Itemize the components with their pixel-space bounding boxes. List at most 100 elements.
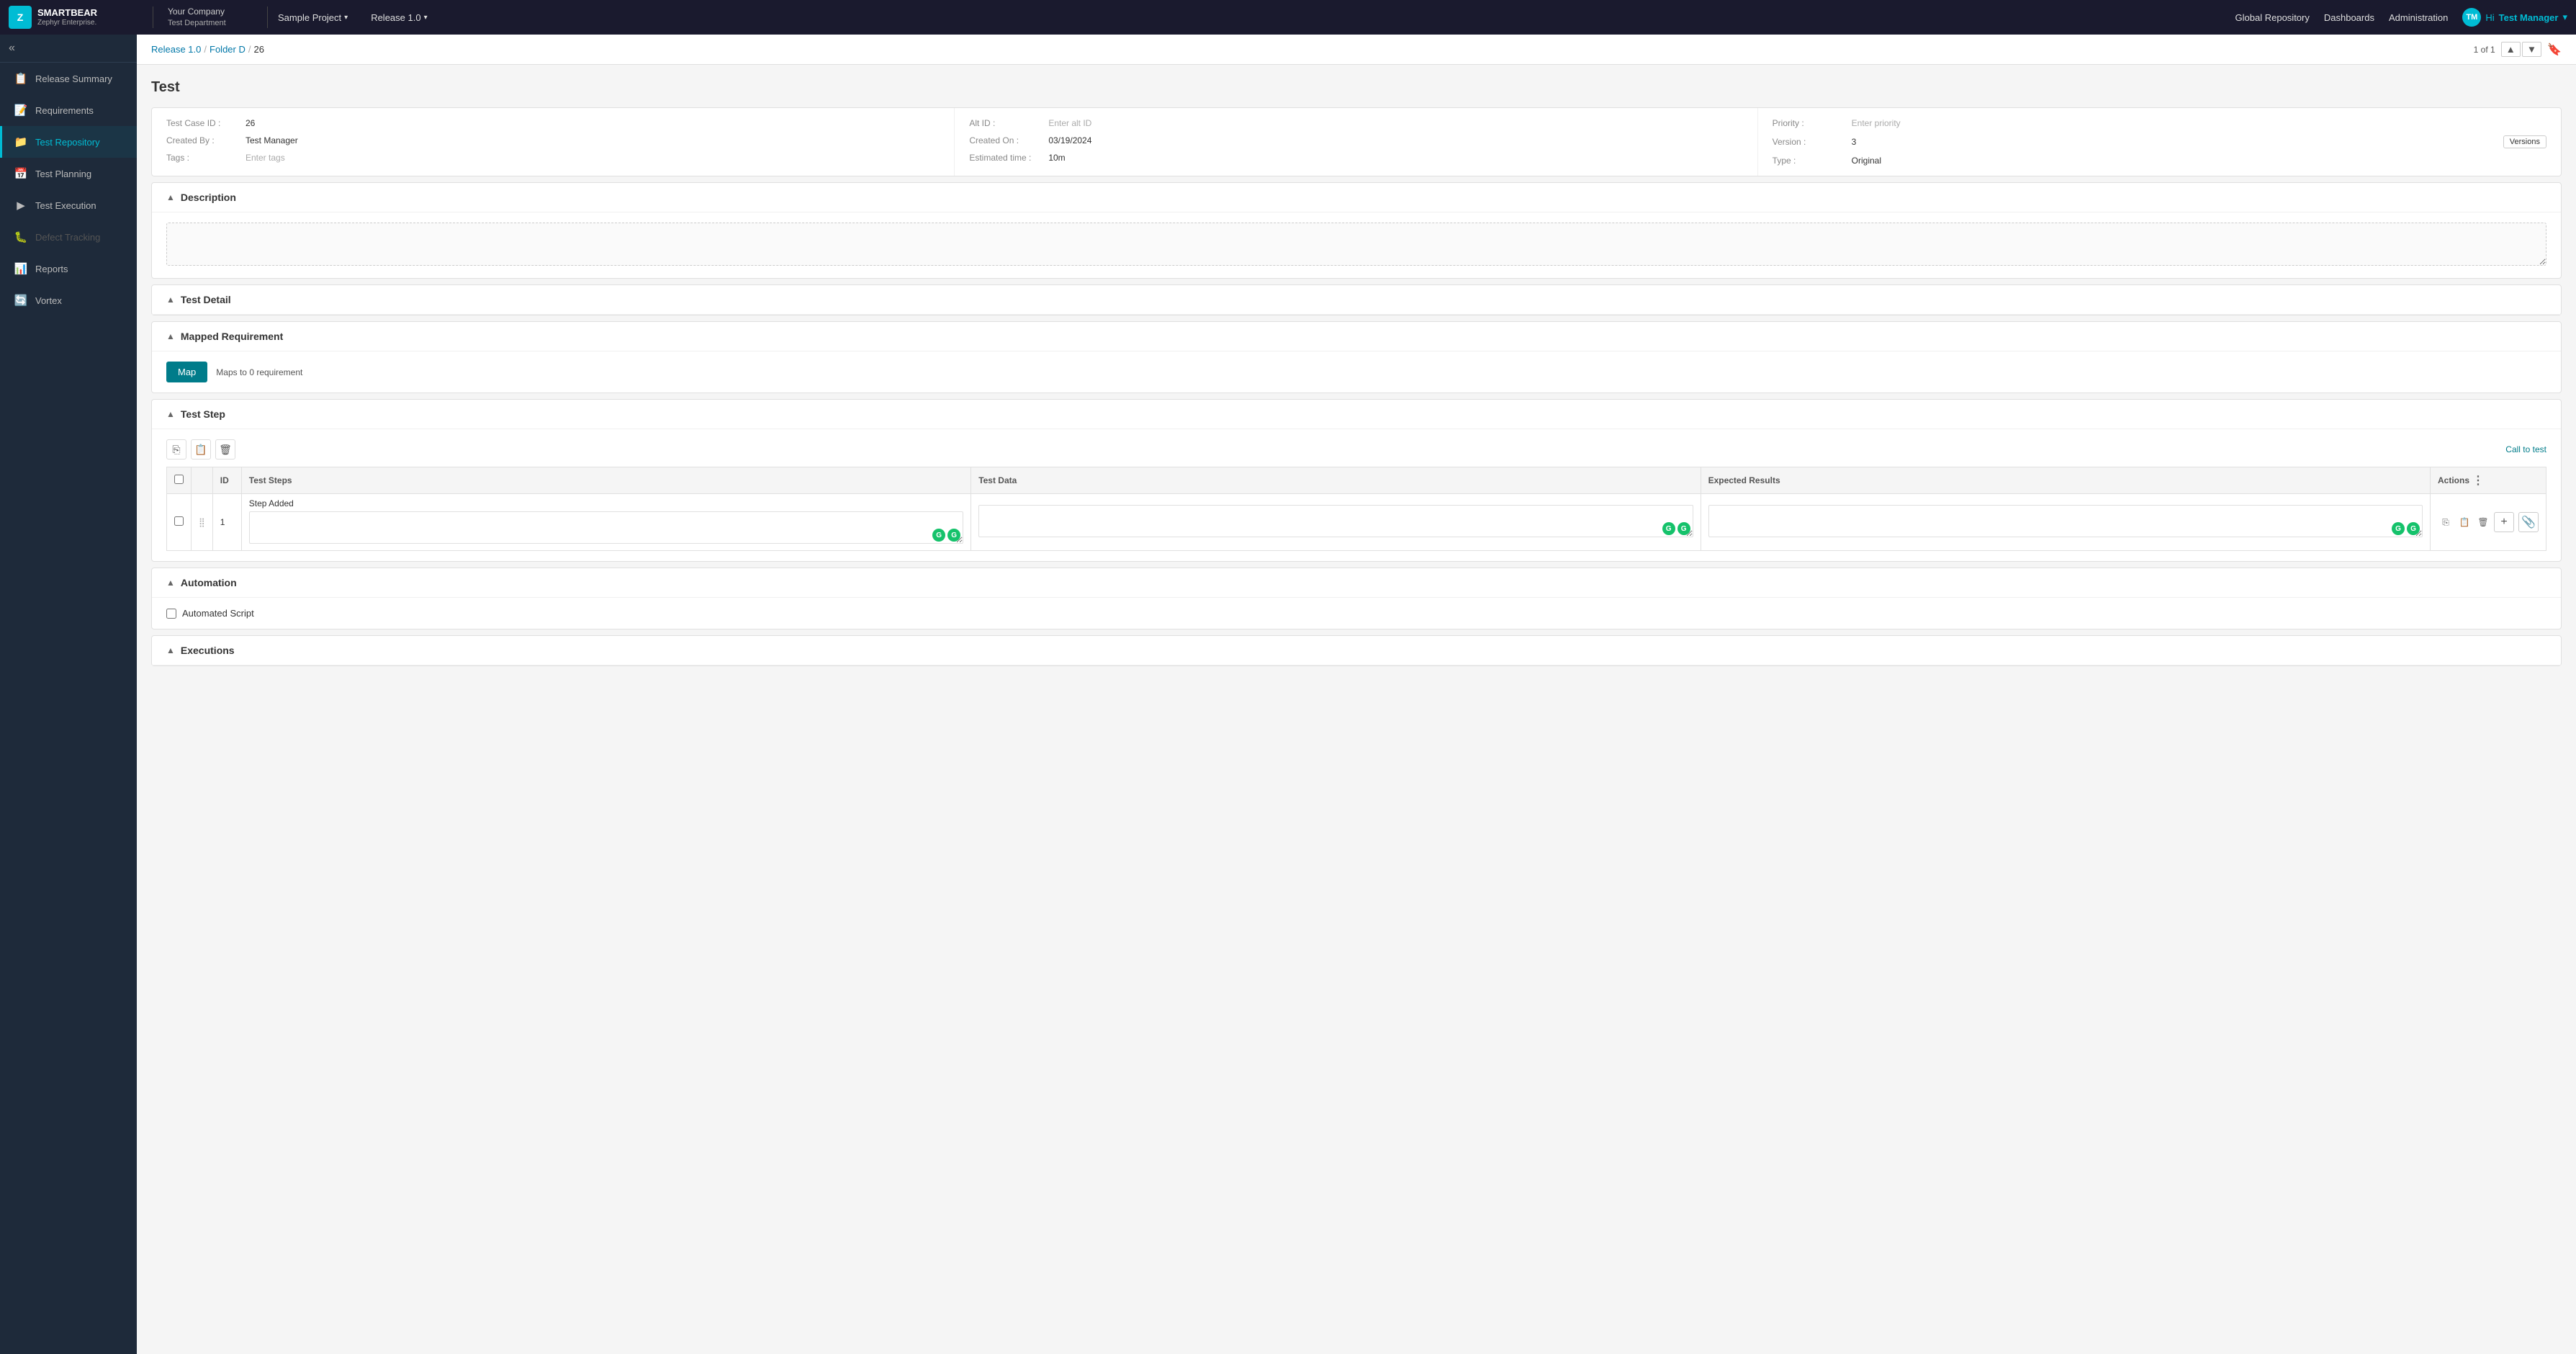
map-button[interactable]: Map xyxy=(166,362,207,382)
bookmark-icon[interactable]: 🔖 xyxy=(2547,42,2562,57)
row-checkbox[interactable] xyxy=(174,516,184,526)
breadcrumb-sep1: / xyxy=(204,44,207,55)
alt-id-row: Alt ID : Enter alt ID xyxy=(969,118,1742,128)
breadcrumb-folder[interactable]: Folder D xyxy=(210,44,246,55)
sidebar-toggle[interactable]: « xyxy=(0,35,137,63)
sidebar: « 📋 Release Summary 📝 Requirements 📁 Tes… xyxy=(0,35,137,1354)
actions-settings-icon[interactable]: ⋮ xyxy=(2472,473,2484,488)
breadcrumb-navigation: 1 of 1 ▲ ▼ 🔖 xyxy=(2474,42,2562,57)
description-section-header[interactable]: ▲ Description xyxy=(152,183,2561,212)
tags-value[interactable]: Enter tags xyxy=(246,153,940,163)
sidebar-item-test-execution[interactable]: ▶ Test Execution xyxy=(0,189,137,221)
automated-script-checkbox[interactable] xyxy=(166,609,176,619)
paste-row-icon[interactable]: 📋 xyxy=(2456,514,2472,530)
delete-row-icon[interactable]: 🗑 xyxy=(2475,514,2491,530)
add-step-button[interactable]: + xyxy=(2494,512,2514,532)
sidebar-item-requirements[interactable]: 📝 Requirements xyxy=(0,94,137,126)
sidebar-item-reports[interactable]: 📊 Reports xyxy=(0,253,137,284)
sidebar-item-label: Test Repository xyxy=(35,137,100,148)
table-header-row: ID Test Steps Test Data Expected Results… xyxy=(167,467,2546,494)
breadcrumb: Release 1.0 / Folder D / 26 xyxy=(151,44,264,55)
user-greeting: Hi xyxy=(2485,12,2494,23)
test-data-input-icons: G G xyxy=(1662,522,1690,535)
mapped-requirement-title: Mapped Requirement xyxy=(181,331,283,342)
requirements-icon: 📝 xyxy=(14,104,28,117)
test-step-section: ▲ Test Step ⎘ 📋 🗑 Call to test xyxy=(151,399,2562,562)
automation-body: Automated Script xyxy=(152,598,2561,629)
copy-row-icon[interactable]: ⎘ xyxy=(2438,514,2454,530)
grammarly-icon-6: G xyxy=(2407,522,2420,535)
automation-section-header[interactable]: ▲ Automation xyxy=(152,568,2561,598)
mapped-requirement-section: ▲ Mapped Requirement Map Maps to 0 requi… xyxy=(151,321,2562,393)
delete-step-icon[interactable]: 🗑 xyxy=(215,439,235,459)
attach-icon-button[interactable]: 📎 xyxy=(2518,512,2539,532)
company-name: Your Company xyxy=(168,6,253,18)
drag-handle-icon[interactable]: ⣿ xyxy=(199,517,205,527)
grammarly-icon-4: G xyxy=(1677,522,1690,535)
user-menu[interactable]: TM Hi Test Manager ▾ xyxy=(2462,8,2567,27)
test-data-input-area: G G xyxy=(978,505,1693,539)
type-label: Type : xyxy=(1773,156,1852,166)
executions-section-header[interactable]: ▲ Executions xyxy=(152,636,2561,665)
department-name: Test Department xyxy=(168,18,253,28)
copy-step-icon[interactable]: ⎘ xyxy=(166,439,186,459)
test-info-card: Test Case ID : 26 Created By : Test Mana… xyxy=(151,107,2562,176)
test-case-id-row: Test Case ID : 26 xyxy=(166,118,940,128)
prev-button[interactable]: ▲ xyxy=(2501,42,2521,57)
row-test-data-cell: G G xyxy=(971,494,1701,551)
sidebar-item-defect-tracking: 🐛 Defect Tracking xyxy=(0,221,137,253)
test-case-id-value: 26 xyxy=(246,118,940,128)
created-on-row: Created On : 03/19/2024 xyxy=(969,135,1742,145)
description-textarea[interactable] xyxy=(166,223,2546,266)
created-by-label: Created By : xyxy=(166,135,246,145)
project-dropdown-arrow: ▾ xyxy=(344,14,348,22)
sidebar-item-vortex[interactable]: 🔄 Vortex xyxy=(0,284,137,316)
test-step-title: Test Step xyxy=(181,408,225,420)
test-detail-section: ▲ Test Detail xyxy=(151,284,2562,315)
estimated-time-value: 10m xyxy=(1048,153,1742,163)
global-repository-link[interactable]: Global Repository xyxy=(2235,12,2310,23)
call-to-test-link[interactable]: Call to test xyxy=(2505,444,2546,454)
version-value: 3 xyxy=(1852,137,2499,147)
release-dropdown-arrow: ▾ xyxy=(424,14,428,22)
alt-id-value[interactable]: Enter alt ID xyxy=(1048,118,1742,128)
test-data-input[interactable] xyxy=(978,505,1693,537)
sidebar-item-test-planning[interactable]: 📅 Test Planning xyxy=(0,158,137,189)
user-menu-arrow: ▾ xyxy=(2562,12,2567,23)
created-by-value: Test Manager xyxy=(246,135,940,145)
created-on-label: Created On : xyxy=(969,135,1048,145)
project-nav-item[interactable]: Sample Project ▾ xyxy=(268,8,358,27)
sidebar-item-label: Test Planning xyxy=(35,169,91,179)
priority-value[interactable]: Enter priority xyxy=(1852,118,2546,128)
administration-link[interactable]: Administration xyxy=(2389,12,2448,23)
grammarly-icon-3: G xyxy=(1662,522,1675,535)
reports-icon: 📊 xyxy=(14,262,28,275)
row-actions-cell: ⎘ 📋 🗑 + 📎 xyxy=(2431,494,2546,551)
expected-results-input-area: G G xyxy=(1708,505,2423,539)
mapped-requirement-header[interactable]: ▲ Mapped Requirement xyxy=(152,322,2561,351)
vortex-icon: 🔄 xyxy=(14,294,28,307)
th-expected-results: Expected Results xyxy=(1701,467,2430,494)
dashboards-link[interactable]: Dashboards xyxy=(2324,12,2374,23)
product-name: Zephyr Enterprise. xyxy=(37,19,97,27)
select-all-checkbox[interactable] xyxy=(174,475,184,484)
page-title: Test xyxy=(151,79,2562,96)
next-button[interactable]: ▼ xyxy=(2522,42,2541,57)
step-toolbar: ⎘ 📋 🗑 Call to test xyxy=(166,439,2546,459)
breadcrumb-release[interactable]: Release 1.0 xyxy=(151,44,201,55)
sidebar-item-test-repository[interactable]: 📁 Test Repository xyxy=(0,126,137,158)
breadcrumb-sep2: / xyxy=(248,44,251,55)
expected-results-input[interactable] xyxy=(1708,505,2423,537)
description-title: Description xyxy=(181,192,236,203)
step-input[interactable] xyxy=(249,511,963,544)
test-planning-icon: 📅 xyxy=(14,167,28,180)
sidebar-item-release-summary[interactable]: 📋 Release Summary xyxy=(0,63,137,94)
automated-script-label: Automated Script xyxy=(182,608,254,619)
versions-button[interactable]: Versions xyxy=(2503,135,2546,148)
test-detail-section-header[interactable]: ▲ Test Detail xyxy=(152,285,2561,315)
paste-step-icon[interactable]: 📋 xyxy=(191,439,211,459)
release-nav-item[interactable]: Release 1.0 ▾ xyxy=(361,8,437,27)
test-step-header[interactable]: ▲ Test Step xyxy=(152,400,2561,429)
top-navigation: Z SMARTBEAR Zephyr Enterprise. Your Comp… xyxy=(0,0,2576,35)
test-detail-title: Test Detail xyxy=(181,294,231,305)
